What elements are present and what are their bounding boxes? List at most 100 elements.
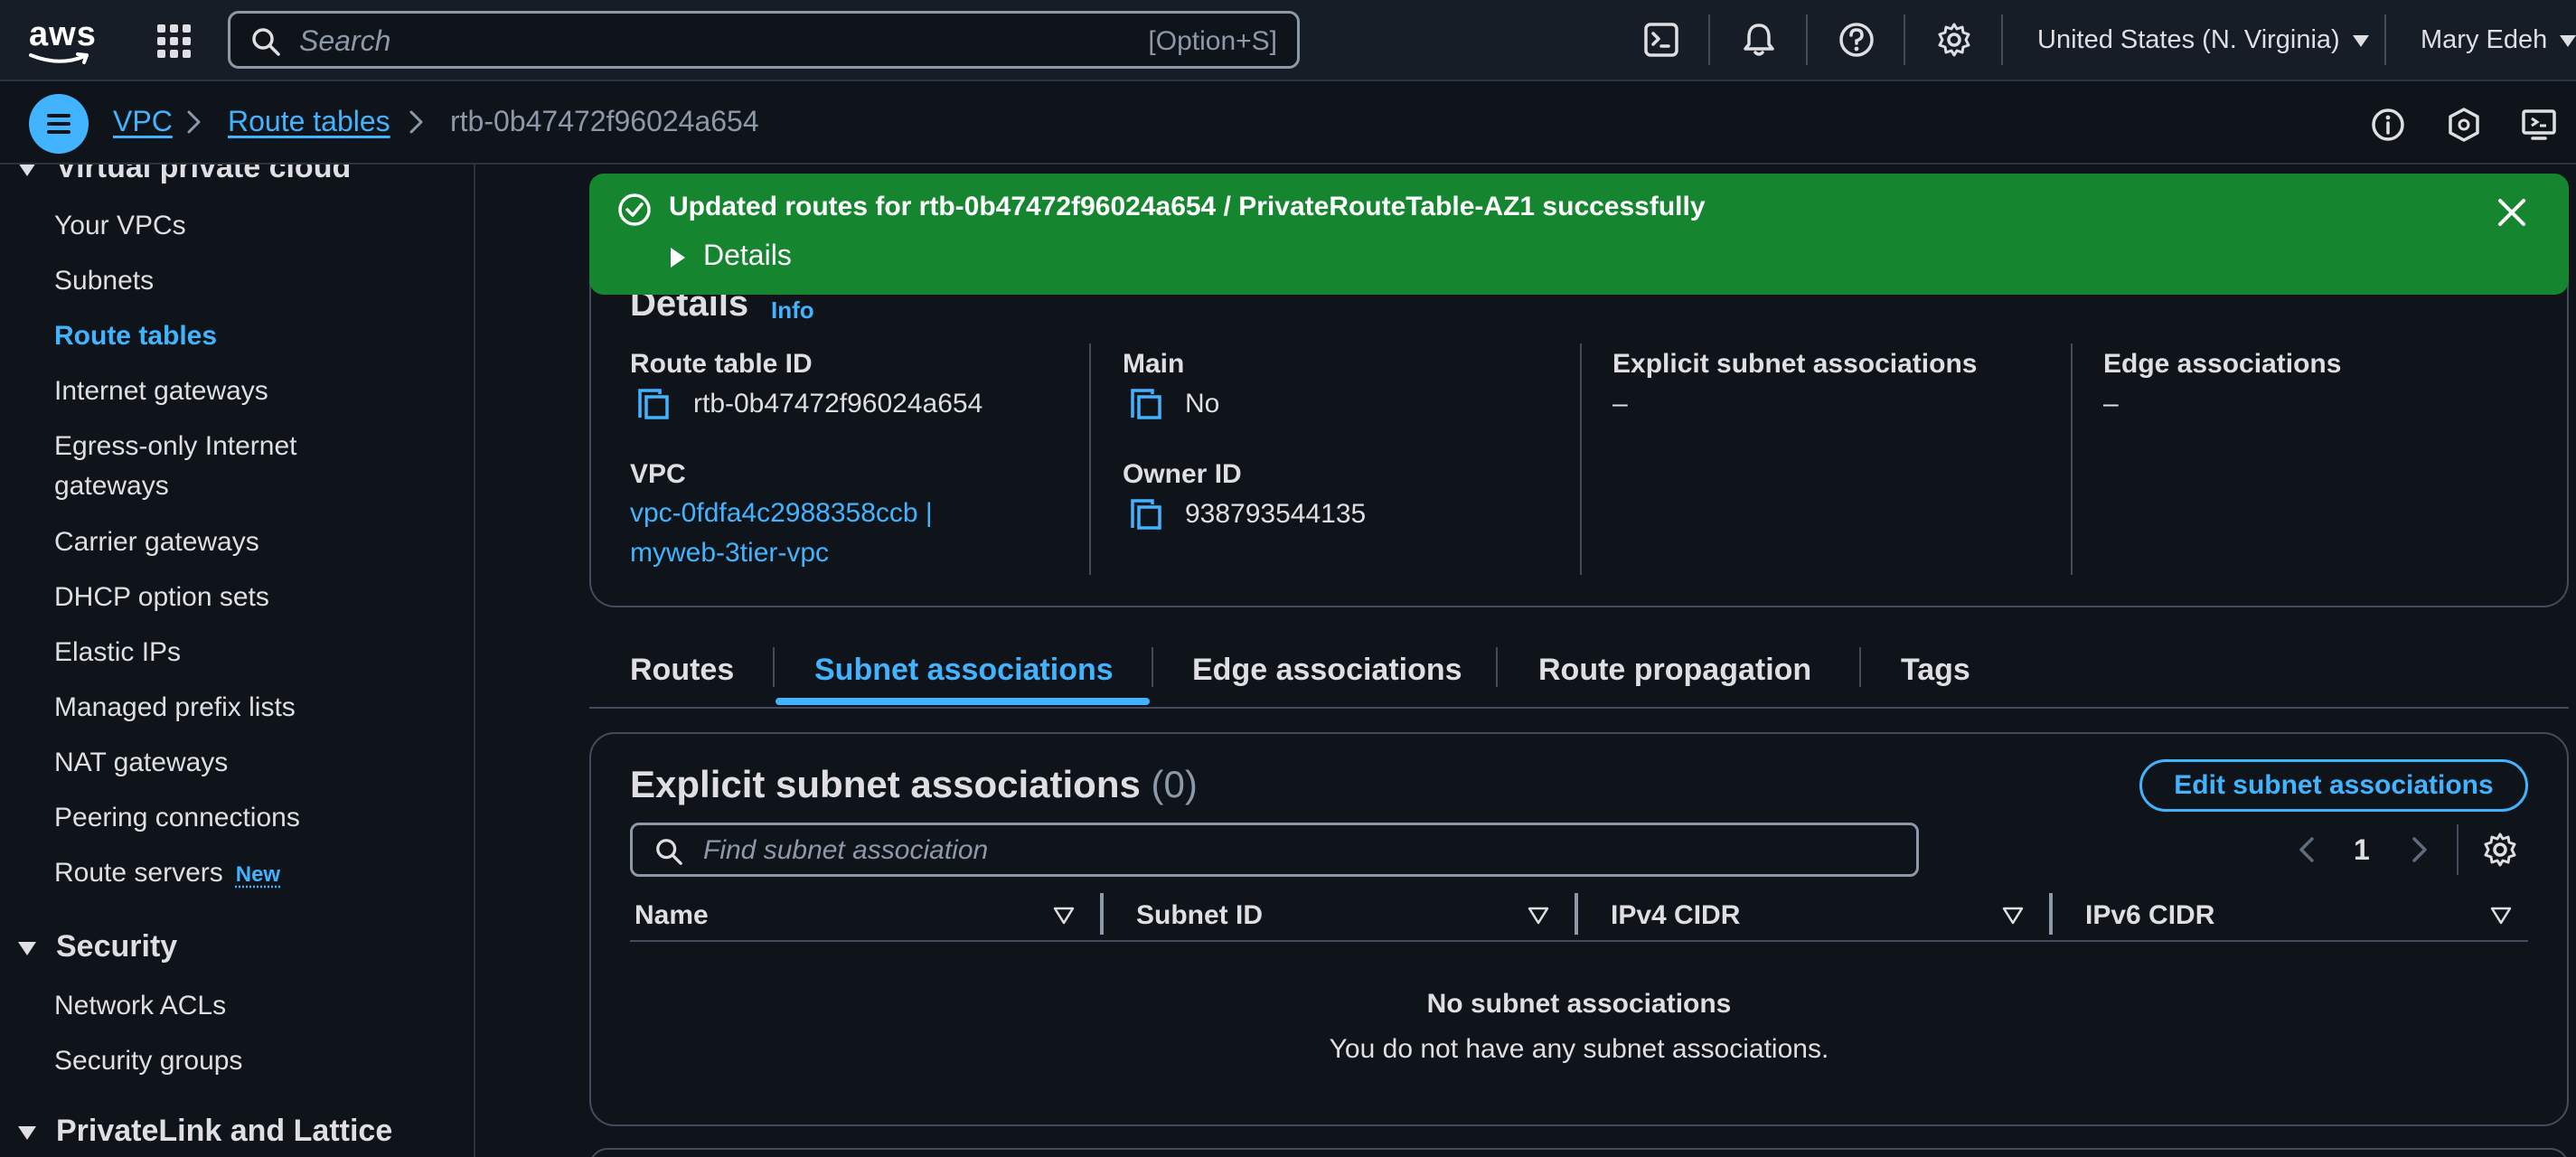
services-grid-icon[interactable] xyxy=(155,23,193,61)
edge-associations-label: Edge associations xyxy=(2103,349,2341,380)
global-search[interactable]: [Option+S] xyxy=(228,11,1300,69)
info-link[interactable]: Info xyxy=(771,296,814,325)
column-resizer[interactable] xyxy=(2049,893,2053,935)
copy-icon[interactable] xyxy=(1129,387,1163,421)
sidebar-item-route-servers[interactable]: Route servers New xyxy=(54,853,434,895)
column-header-ipv4-cidr[interactable]: IPv4 CIDR xyxy=(1611,900,1740,931)
preferences-gear-icon[interactable] xyxy=(2480,830,2520,870)
hamburger-line xyxy=(47,130,71,134)
sidebar-section-label: Security xyxy=(56,929,177,964)
main-value: No xyxy=(1185,389,1219,419)
breadcrumb-current: rtb-0b47472f96024a654 xyxy=(450,105,759,138)
sort-caret-icon[interactable] xyxy=(1052,904,1076,927)
tab-route-propagation[interactable]: Route propagation xyxy=(1538,653,1811,688)
column-divider xyxy=(1580,343,1582,575)
owner-id-value: 938793544135 xyxy=(1185,499,1366,530)
subnet-associations-heading: Explicit subnet associations (0) xyxy=(630,763,1198,806)
caret-down-icon xyxy=(2353,35,2369,47)
search-icon xyxy=(654,837,683,866)
copy-icon[interactable] xyxy=(636,387,671,421)
tab-divider xyxy=(773,647,775,687)
owner-id-label: Owner ID xyxy=(1123,459,1242,490)
tab-divider xyxy=(1152,647,1153,687)
sidebar-item-internet-gateways[interactable]: Internet gateways xyxy=(54,372,434,411)
success-check-icon xyxy=(616,192,653,228)
new-badge[interactable]: New xyxy=(236,862,280,887)
search-icon xyxy=(250,26,281,57)
sidebar-item-managed-prefix-lists[interactable]: Managed prefix lists xyxy=(54,688,434,728)
column-resizer[interactable] xyxy=(1100,893,1104,935)
sort-caret-icon[interactable] xyxy=(2001,904,2025,927)
nav-divider xyxy=(2384,14,2386,65)
sidebar-item-carrier-gateways[interactable]: Carrier gateways xyxy=(54,522,434,562)
region-label: United States (N. Virginia) xyxy=(2037,25,2340,54)
search-input[interactable] xyxy=(299,23,1022,59)
sidebar-section-privatelink-and-lattice[interactable]: PrivateLink and Lattice xyxy=(18,1114,392,1149)
caret-down-icon xyxy=(2560,35,2576,47)
info-icon[interactable] xyxy=(2368,105,2408,145)
explicit-subnet-associations-value: – xyxy=(1612,389,1628,419)
sidebar-section-virtual-private-cloud[interactable]: Virtual private cloud xyxy=(18,165,351,185)
sidebar-item-nat-gateways[interactable]: NAT gateways xyxy=(54,743,434,783)
subnet-association-filter[interactable] xyxy=(630,823,1919,877)
flash-details-toggle[interactable]: Details xyxy=(669,239,792,272)
side-navigation: Virtual private cloud Your VPCs Subnets … xyxy=(0,165,475,1157)
sidebar-item-peering-connections[interactable]: Peering connections xyxy=(54,798,434,838)
search-shortcut-hint: [Option+S] xyxy=(1148,26,1277,57)
vpc-link-line: myweb-3tier-vpc xyxy=(630,533,933,573)
security-shield-icon[interactable] xyxy=(2444,105,2484,145)
column-divider xyxy=(2071,343,2073,575)
sidebar-section-label: Virtual private cloud xyxy=(56,165,351,184)
aws-logo-text: aws xyxy=(29,16,101,52)
help-icon[interactable] xyxy=(1837,20,1876,60)
copy-icon[interactable] xyxy=(1129,497,1163,531)
tab-edge-associations[interactable]: Edge associations xyxy=(1192,653,1462,688)
sidebar-item-route-tables[interactable]: Route tables xyxy=(54,316,434,356)
column-header-subnet-id[interactable]: Subnet ID xyxy=(1136,900,1263,931)
tab-tags[interactable]: Tags xyxy=(1901,653,1970,688)
sidebar-item-subnets[interactable]: Subnets xyxy=(54,261,434,301)
sidebar-item-dhcp-option-sets[interactable]: DHCP option sets xyxy=(54,578,434,617)
tab-divider xyxy=(1496,647,1498,687)
breadcrumb-route-tables[interactable]: Route tables xyxy=(228,105,390,138)
settings-gear-icon[interactable] xyxy=(1934,20,1974,60)
vpc-link[interactable]: vpc-0fdfa4c2988358ccb | myweb-3tier-vpc xyxy=(630,494,933,573)
user-menu[interactable]: Mary Edeh xyxy=(2421,25,2576,55)
screen-display-icon[interactable] xyxy=(2520,105,2560,145)
aws-logo[interactable]: aws xyxy=(29,16,101,65)
hamburger-line xyxy=(47,122,71,126)
column-resizer[interactable] xyxy=(1575,893,1578,935)
sidebar-item-egress-only-internet-gateways[interactable]: Egress-only Internet gateways xyxy=(54,427,362,506)
sidebar-item-elastic-ips[interactable]: Elastic IPs xyxy=(54,633,434,673)
side-navigation-toggle[interactable] xyxy=(29,94,89,154)
find-subnet-association-input[interactable] xyxy=(703,832,1788,869)
edge-associations-value: – xyxy=(2103,389,2119,419)
tab-subnet-associations[interactable]: Subnet associations xyxy=(814,653,1114,688)
tab-routes[interactable]: Routes xyxy=(630,653,734,688)
sort-caret-icon[interactable] xyxy=(2489,904,2513,927)
page-number[interactable]: 1 xyxy=(2354,833,2370,867)
nav-divider xyxy=(1806,14,1808,65)
notifications-bell-icon[interactable] xyxy=(1739,20,1779,60)
sidebar-section-label: PrivateLink and Lattice xyxy=(56,1114,392,1148)
empty-state-message: You do not have any subnet associations. xyxy=(589,1034,2569,1065)
previous-page-icon[interactable] xyxy=(2291,833,2324,866)
sidebar-item-security-groups[interactable]: Security groups xyxy=(54,1041,434,1081)
column-header-ipv6-cidr[interactable]: IPv6 CIDR xyxy=(2085,900,2214,931)
cloudshell-icon[interactable] xyxy=(1641,20,1681,60)
breadcrumb-vpc[interactable]: VPC xyxy=(113,105,173,138)
region-selector[interactable]: United States (N. Virginia) xyxy=(2037,25,2369,55)
sidebar-item-your-vpcs[interactable]: Your VPCs xyxy=(54,206,434,246)
table-header-divider xyxy=(630,940,2528,942)
column-header-name[interactable]: Name xyxy=(635,900,709,931)
sort-caret-icon[interactable] xyxy=(1527,904,1550,927)
close-icon[interactable] xyxy=(2491,192,2533,233)
caret-right-icon xyxy=(671,248,685,268)
sidebar-section-security[interactable]: Security xyxy=(18,929,177,964)
main-label: Main xyxy=(1123,349,1184,380)
success-flash-banner: Updated routes for rtb-0b47472f96024a654… xyxy=(589,174,2569,295)
next-page-icon[interactable] xyxy=(2402,833,2435,866)
sidebar-item-network-acls[interactable]: Network ACLs xyxy=(54,986,434,1026)
pager-divider xyxy=(2457,824,2458,875)
edit-subnet-associations-button[interactable]: Edit subnet associations xyxy=(2139,759,2528,812)
